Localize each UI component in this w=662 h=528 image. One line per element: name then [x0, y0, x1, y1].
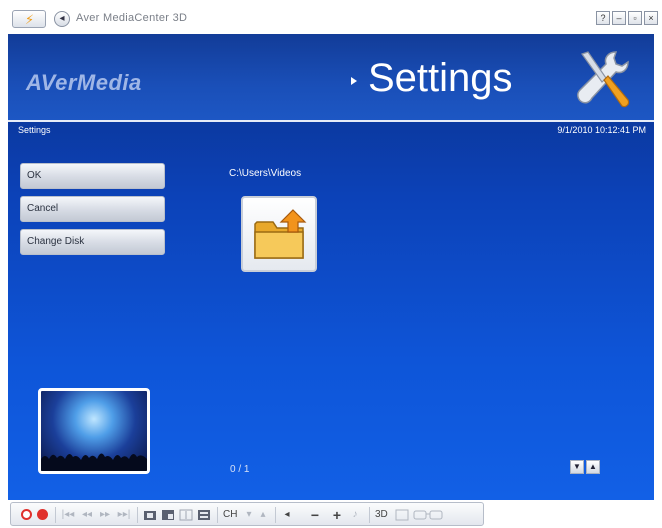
- divider: [369, 507, 370, 523]
- 3d-label[interactable]: 3D: [375, 508, 388, 522]
- lightning-icon: ⚡: [25, 12, 35, 27]
- divider: [137, 507, 138, 523]
- minimize-button[interactable]: –: [612, 11, 626, 25]
- title-bar: ⚡ ◂ Aver MediaCenter 3D ? – ▫ ×: [0, 0, 662, 34]
- snapshot-icon[interactable]: [143, 509, 157, 521]
- fast-forward-icon[interactable]: ▸▸: [97, 508, 113, 522]
- folder-path: C:\Users\Videos: [229, 168, 302, 179]
- record-settings-icon[interactable]: [21, 509, 32, 520]
- header-divider: [8, 120, 654, 122]
- volume-up-button[interactable]: +: [329, 508, 345, 522]
- divider: [55, 507, 56, 523]
- 3d-mode-icon[interactable]: [395, 509, 409, 521]
- app-menu-button[interactable]: ⚡: [12, 10, 46, 28]
- concert-crowd-image: [41, 453, 147, 471]
- back-button[interactable]: ◂: [54, 11, 70, 27]
- scroll-up-button[interactable]: ▲: [586, 460, 600, 474]
- video-thumbnail[interactable]: [38, 388, 150, 474]
- timeshift-icon[interactable]: [179, 509, 193, 521]
- window-title: Aver MediaCenter 3D: [76, 12, 188, 24]
- change-disk-button[interactable]: Change Disk: [20, 229, 165, 255]
- restore-button[interactable]: ▫: [628, 11, 642, 25]
- record-icon[interactable]: [37, 509, 48, 520]
- close-button[interactable]: ×: [644, 11, 658, 25]
- back-arrow-icon: ◂: [59, 13, 65, 24]
- rewind-icon[interactable]: ◂◂: [79, 508, 95, 522]
- channel-down-button[interactable]: ▾: [243, 508, 255, 522]
- folder-tile[interactable]: [241, 196, 317, 272]
- pip-icon[interactable]: [161, 509, 175, 521]
- volume-down-button[interactable]: −: [307, 508, 323, 522]
- divider: [275, 507, 276, 523]
- header: AVerMedia Settings: [8, 34, 654, 120]
- next-track-icon[interactable]: ▸▸|: [115, 508, 133, 522]
- prev-track-icon[interactable]: |◂◂: [59, 508, 77, 522]
- ok-button[interactable]: OK: [20, 163, 165, 189]
- channel-label: CH: [223, 509, 238, 520]
- tools-icon: [577, 51, 630, 108]
- teletext-icon[interactable]: [197, 509, 211, 521]
- 3d-glasses-icon[interactable]: [413, 509, 443, 521]
- playback-control-bar: |◂◂ ◂◂ ▸▸ ▸▸| CH ▾ ▴ ◂ − + ♪ 3D: [10, 502, 484, 526]
- page-title: Settings: [368, 56, 513, 100]
- avermedia-logo: AVerMedia: [26, 70, 142, 95]
- cancel-button[interactable]: Cancel: [20, 196, 165, 222]
- help-button[interactable]: ?: [596, 11, 610, 25]
- breadcrumb: Settings: [18, 125, 51, 135]
- scroll-down-button[interactable]: ▼: [570, 460, 584, 474]
- mute-button[interactable]: ◂: [281, 508, 293, 522]
- divider: [217, 507, 218, 523]
- audio-icon[interactable]: ♪: [349, 508, 361, 522]
- channel-up-button[interactable]: ▴: [257, 508, 269, 522]
- title-arrow-icon: [351, 77, 357, 85]
- main-panel: AVerMedia Settings Settings 9/1/2010 10:…: [8, 34, 654, 500]
- page-count: 0 / 1: [230, 464, 250, 475]
- folder-up-icon: [254, 209, 307, 259]
- datetime: 9/1/2010 10:12:41 PM: [557, 125, 646, 135]
